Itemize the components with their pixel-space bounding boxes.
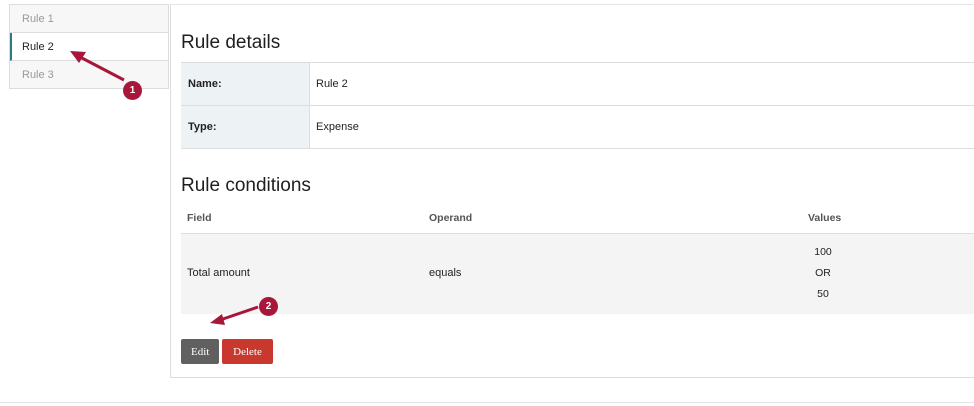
annotation-marker-2: 2 [259, 297, 278, 316]
condition-field: Total amount [187, 267, 250, 279]
name-label: Name: [181, 62, 310, 106]
condition-value: 100 [814, 246, 832, 258]
rule-panel: Rule details Name: Rule 2 Type: Expense … [170, 4, 974, 378]
type-value: Expense [309, 105, 974, 149]
condition-value-separator: OR [815, 267, 831, 279]
details-row-type: Type: Expense [181, 105, 974, 149]
delete-button[interactable]: Delete [222, 339, 273, 364]
name-value: Rule 2 [309, 62, 974, 106]
rule-details-title: Rule details [181, 32, 281, 53]
sidebar-item-rule-2[interactable]: Rule 2 [10, 33, 168, 61]
condition-operand: equals [429, 267, 462, 279]
conditions-header: Field Operand Values [181, 208, 974, 234]
details-row-name: Name: Rule 2 [181, 62, 974, 106]
annotation-marker-1: 1 [123, 81, 142, 100]
rule-conditions-title: Rule conditions [181, 175, 311, 196]
sidebar-item-rule-1[interactable]: Rule 1 [10, 5, 168, 33]
type-label: Type: [181, 105, 310, 149]
condition-value: 50 [817, 288, 829, 300]
operand-column-header: Operand [429, 212, 473, 224]
rules-sidebar: Rule 1 Rule 2 Rule 3 [9, 4, 169, 89]
edit-button[interactable]: Edit [181, 339, 219, 364]
bottom-divider [0, 402, 974, 403]
values-column-header: Values [808, 212, 842, 224]
condition-values: 100 OR 50 [803, 242, 843, 305]
field-column-header: Field [187, 212, 212, 224]
table-row: Total amount equals 100 OR 50 [181, 234, 974, 314]
sidebar-item-rule-3[interactable]: Rule 3 [10, 61, 168, 89]
rule-details-table: Name: Rule 2 Type: Expense [181, 62, 974, 149]
